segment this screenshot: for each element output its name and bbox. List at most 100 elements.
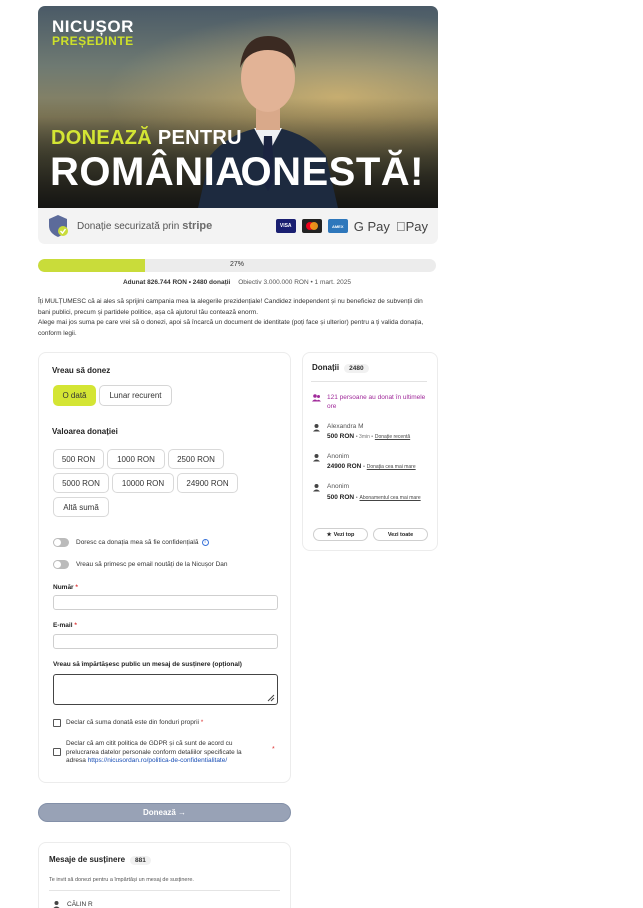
gdpr-checkbox[interactable] (53, 748, 61, 756)
gdpr-link[interactable]: https://nicusordan.ro/politica-de-confid… (88, 757, 227, 764)
message-author: CĂLIN R (67, 901, 93, 908)
donation-amount: 500 RON • Abonamentul cea mai mare (327, 493, 431, 503)
apple-pay-icon: Pay (396, 219, 428, 234)
required-marker: * (200, 719, 204, 726)
headline-left: ROMÂNIA (50, 150, 245, 194)
donation-once-button[interactable]: O dată (53, 385, 96, 406)
donation-amount-value: 500 RON (327, 494, 355, 501)
progress-percent: 27% (229, 261, 244, 268)
donations-count-badge: 2480 (344, 364, 369, 373)
apple-pay-label: Pay (405, 218, 428, 234)
donations-title-text: Donații (312, 363, 340, 372)
divider (49, 890, 280, 891)
donation-amount-value: 500 RON (327, 433, 355, 440)
name-label-text: Număr (53, 584, 74, 591)
own-funds-label: Declar că suma donată este din fonduri p… (66, 719, 203, 728)
donation-amount: 24900 RON • Donația cea mai mare (327, 463, 416, 470)
intro-paragraph-2: Alege mai jos suma pe care vrei să o don… (38, 319, 424, 337)
view-all-button[interactable]: Vezi toate (373, 528, 428, 541)
donation-form: Vreau să donez O dată Lunar recurent Val… (38, 352, 291, 783)
name-field[interactable] (53, 595, 278, 610)
donate-button[interactable]: Donează → (38, 803, 291, 822)
info-icon[interactable]: i (201, 539, 209, 546)
resize-handle-icon[interactable] (267, 694, 275, 702)
progress-stats: Adunat 826.744 RON • 2480 donații Obiect… (38, 279, 436, 286)
donor-icon (313, 424, 320, 432)
live-donors-text: 121 persoane au donat în ultimele ore (327, 394, 426, 410)
donor-name: Alexandra M (327, 423, 364, 430)
donation-meta: • (355, 495, 358, 501)
raised-amount: Adunat 826.744 RON • 2480 donații (122, 279, 231, 286)
mastercard-icon (301, 219, 322, 233)
donation-tag: Donația cea mai mare (366, 464, 416, 470)
visa-icon: VISA (275, 219, 296, 233)
message-textarea[interactable] (53, 674, 278, 705)
messages-title-text: Mesaje de susținere (49, 855, 126, 864)
amount-2500-button[interactable]: 2500 RON (168, 449, 224, 469)
support-messages-card: Mesaje de susținere 881 Te invit să donez… (38, 842, 291, 908)
headline-rest: PENTRU (152, 127, 242, 149)
view-top-label: Vezi top (333, 531, 355, 538)
campaign-banner: NICUȘOR PREȘEDINTE DONEAZĂ PENTRU ROMÂNI… (38, 6, 438, 208)
people-icon (312, 394, 321, 402)
amount-500-button[interactable]: 500 RON (53, 449, 104, 469)
campaign-progress-bar: 27% (38, 259, 436, 272)
secure-payment-bar: Donație securizată prin stripe VISA AMEX… (38, 208, 438, 244)
donor-name: Anonim (327, 453, 350, 460)
email-label-text: E-mail (53, 622, 73, 629)
newsletter-label: Vreau să primesc pe email noutăți de la … (76, 561, 228, 568)
messages-title: Mesaje de susținere 881 (49, 855, 151, 865)
email-field[interactable] (53, 634, 278, 649)
amount-1000-button[interactable]: 1000 RON (107, 449, 165, 469)
donor-name: Anonim (327, 483, 350, 490)
required-marker: * (74, 622, 77, 629)
donation-meta: • 3min • (355, 434, 374, 440)
brand-tagline: PREȘEDINTE (52, 34, 134, 48)
amount-other-button[interactable]: Altă sumă (53, 497, 109, 517)
name-label: Număr * (53, 584, 78, 591)
divider (311, 381, 427, 382)
donation-meta: • (363, 464, 365, 470)
message-label: Vreau să împărtășesc public un mesaj de … (53, 661, 242, 668)
required-marker: * (75, 584, 78, 591)
intro-text: Îți MULȚUMESC că ai ales să sprijini cam… (38, 297, 436, 339)
donation-amount-value: 24900 RON (327, 463, 362, 470)
headline-small: DONEAZĂ PENTRU (51, 127, 242, 150)
required-marker: * (272, 746, 275, 753)
amount-title: Valoarea donației (52, 427, 118, 436)
donor-icon (313, 484, 320, 492)
amount-5000-button[interactable]: 5000 RON (53, 473, 109, 493)
donation-tag: Donație recentă (374, 434, 411, 440)
headline-accent: DONEAZĂ (51, 127, 152, 149)
objective: Obiectiv 3.000.000 RON • 1 mart. 2025 (238, 279, 352, 286)
payment-methods: VISA AMEX G Pay Pay (275, 218, 428, 234)
messages-subtitle: Te invit să donezi pentru a împărtăși un… (49, 877, 194, 883)
amex-icon: AMEX (327, 219, 348, 233)
user-icon (53, 901, 60, 908)
confidential-toggle[interactable] (53, 538, 69, 547)
donation-type-title: Vreau să donez (52, 366, 111, 375)
confidential-label: Doresc ca donația mea să fie confidenția… (76, 539, 209, 546)
messages-count-badge: 881 (130, 856, 151, 865)
google-pay-icon: G Pay (353, 218, 390, 234)
gdpr-label: Declar că am citit politica de GDPR și c… (66, 740, 249, 766)
secure-text: Donație securizată prin (77, 220, 180, 232)
view-top-button[interactable]: ★ Vezi top (313, 528, 368, 541)
donor-icon (313, 454, 320, 462)
newsletter-toggle[interactable] (53, 560, 69, 569)
recent-donations-card: Donații 2480 121 persoane au donat în ult… (302, 352, 438, 551)
stripe-logo: stripe (182, 220, 213, 232)
intro-paragraph-1: Îți MULȚUMESC că ai ales să sprijini cam… (38, 298, 423, 316)
headline-right: ONESTĂ! (240, 150, 424, 194)
own-funds-text: Declar că suma donată este din fonduri p… (66, 719, 199, 726)
trophy-icon: ★ (326, 531, 332, 538)
donations-title: Donații 2480 (312, 363, 369, 373)
own-funds-checkbox[interactable] (53, 719, 61, 727)
amount-24900-button[interactable]: 24900 RON (177, 473, 238, 493)
amount-10000-button[interactable]: 10000 RON (112, 473, 174, 493)
donation-amount: 500 RON • 3min • Donație recentă (327, 433, 410, 440)
confidential-text: Doresc ca donația mea să fie confidenția… (76, 539, 199, 547)
donation-monthly-button[interactable]: Lunar recurent (99, 385, 172, 406)
donation-tag: Abonamentul cea mai mare (359, 495, 421, 501)
email-label: E-mail * (53, 622, 77, 629)
